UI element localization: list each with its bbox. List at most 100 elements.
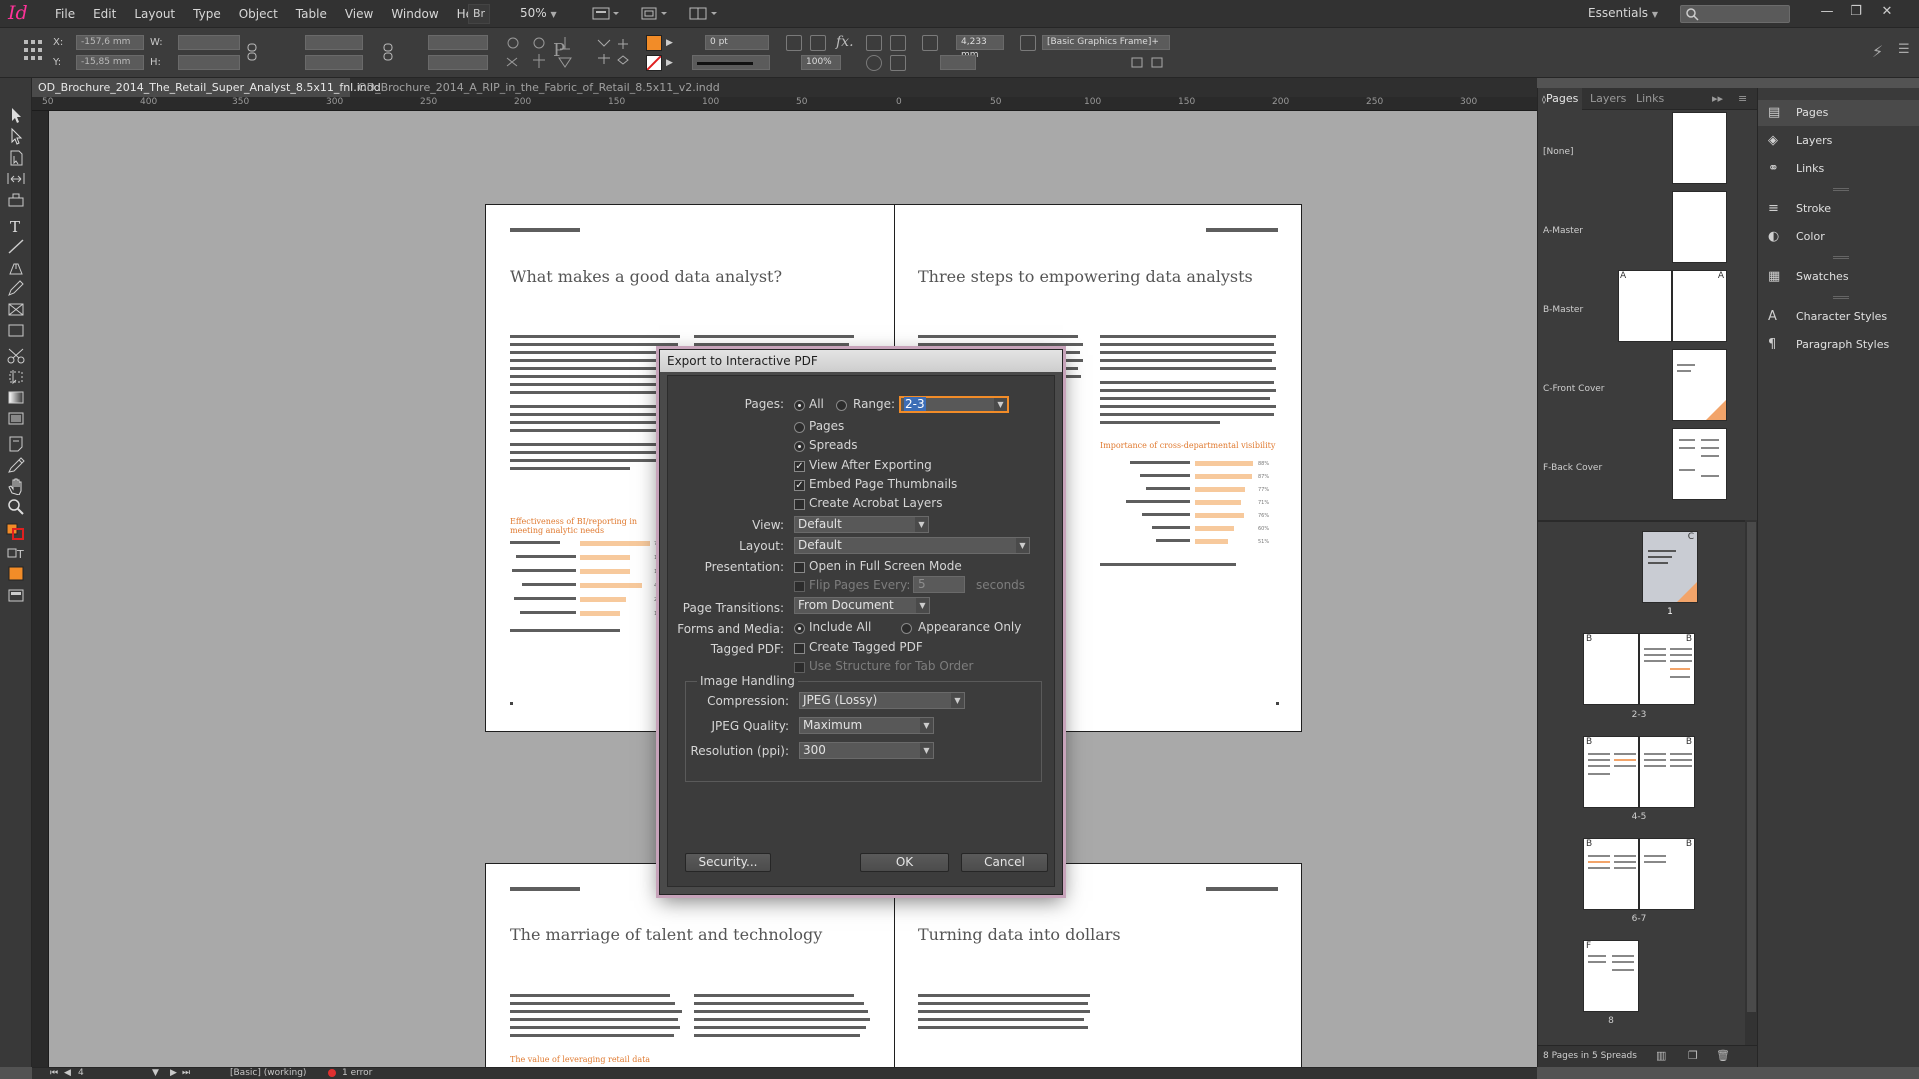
preflight-errors[interactable]: 1 error xyxy=(342,1068,372,1078)
hand-tool-icon[interactable] xyxy=(5,476,27,496)
formatting-affects-icon[interactable]: T xyxy=(5,544,27,563)
direct-selection-tool-icon[interactable] xyxy=(5,127,27,146)
frame-fitting-icon[interactable] xyxy=(890,35,906,51)
stroke-swatch[interactable] xyxy=(646,55,662,71)
constrain-scale-icon[interactable] xyxy=(382,43,394,61)
stroke-weight-field[interactable]: 0 pt xyxy=(705,35,769,50)
first-page-icon[interactable]: ⏮ xyxy=(50,1068,58,1078)
pages-range-input[interactable]: 2-3 ▼ xyxy=(899,396,1009,413)
menu-window[interactable]: Window xyxy=(382,0,447,28)
dock-item-layers[interactable]: ◈ Layers xyxy=(1758,128,1919,154)
view-select[interactable]: Default ▼ xyxy=(794,516,929,533)
page-number-field[interactable]: 4 xyxy=(78,1068,84,1078)
content-collector-icon[interactable] xyxy=(5,190,27,209)
last-page-icon[interactable]: ⏭ xyxy=(182,1068,190,1078)
minimize-icon[interactable]: — xyxy=(1817,2,1837,22)
preflight-profile[interactable]: [Basic] (working) xyxy=(230,1068,306,1078)
pages-4-5-label[interactable]: 4-5 xyxy=(1583,812,1695,822)
dock-item-paragraph-styles[interactable]: ¶ Paragraph Styles xyxy=(1758,332,1919,358)
tab-links[interactable]: Links xyxy=(1636,88,1664,110)
stroke-align-icon[interactable] xyxy=(922,35,938,51)
arrange-documents-button[interactable] xyxy=(688,6,718,22)
page-heading[interactable]: Turning data into dollars xyxy=(918,925,1121,944)
style-actions-icons[interactable] xyxy=(1122,55,1170,70)
menu-edit[interactable]: Edit xyxy=(84,0,125,28)
flip-seconds-input[interactable]: 5 xyxy=(913,576,965,593)
auto-fit-icon[interactable] xyxy=(866,55,882,71)
flash-icon[interactable]: ⚡ xyxy=(1872,42,1883,61)
pages-all-radio[interactable] xyxy=(794,400,805,411)
effects-icon[interactable]: fx. xyxy=(836,34,854,50)
view-options-button[interactable] xyxy=(592,6,620,22)
width-field[interactable] xyxy=(178,35,240,50)
create-tagged-pdf-checkbox[interactable] xyxy=(794,643,805,654)
pencil-tool-icon[interactable] xyxy=(5,279,27,298)
text-wrap-icon[interactable] xyxy=(866,35,882,51)
rectangle-tool-icon[interactable] xyxy=(5,321,27,340)
fill-swatch[interactable] xyxy=(646,35,662,51)
menu-object[interactable]: Object xyxy=(230,0,287,28)
page-1-label[interactable]: 1 xyxy=(1642,607,1698,617)
pages-2-3-label[interactable]: 2-3 xyxy=(1583,710,1695,720)
master-c-thumb[interactable] xyxy=(1672,349,1727,421)
create-acrobat-layers-checkbox[interactable] xyxy=(794,499,805,510)
pen-tool-icon[interactable] xyxy=(5,258,27,277)
fill-menu-arrow[interactable]: ▶ xyxy=(666,38,673,48)
gradient-feather-tool-icon[interactable] xyxy=(5,409,27,428)
page-transitions-select[interactable]: From Document ▼ xyxy=(794,597,930,614)
master-none-label[interactable]: [None] xyxy=(1543,147,1574,157)
dock-item-swatches[interactable]: ▦ Swatches xyxy=(1758,264,1919,290)
selection-tool-icon[interactable] xyxy=(5,106,27,125)
note-tool-icon[interactable] xyxy=(5,434,27,453)
page-8-thumb[interactable]: F xyxy=(1583,940,1639,1012)
scale-y-field[interactable] xyxy=(305,55,363,70)
tab-layers[interactable]: Layers xyxy=(1590,88,1626,110)
dock-item-links[interactable]: ⚭ Links xyxy=(1758,156,1919,182)
page-5-thumb[interactable]: B xyxy=(1639,736,1695,808)
object-style-select[interactable]: [Basic Graphics Frame]+ xyxy=(1042,35,1170,50)
panel-menu-icon[interactable]: ☰ xyxy=(1898,42,1910,57)
chart-title[interactable]: Importance of cross-departmental visibil… xyxy=(1100,441,1280,450)
page-3-thumb[interactable]: B xyxy=(1639,633,1695,705)
page-menu-icon[interactable]: ▼ xyxy=(152,1068,159,1078)
stroke-menu-arrow[interactable]: ▶ xyxy=(666,58,673,68)
panel-menu-icon[interactable]: ≡ xyxy=(1738,88,1747,110)
resolution-select[interactable]: 300 ▼ xyxy=(799,742,934,759)
rectangle-frame-tool-icon[interactable] xyxy=(5,300,27,319)
cancel-button[interactable]: Cancel xyxy=(961,853,1048,872)
master-f-thumb[interactable] xyxy=(1672,428,1727,500)
tab-rip-in-the-fabric[interactable]: OD_Brochure_2014_A_RIP_in_the_Fabric_of_… xyxy=(352,78,720,113)
drop-shadow-icon[interactable] xyxy=(810,35,826,51)
close-icon[interactable]: ✕ xyxy=(1877,2,1897,22)
tab-pages[interactable]: ◊Pages xyxy=(1538,88,1582,110)
master-c-label[interactable]: C-Front Cover xyxy=(1543,384,1605,394)
menu-view[interactable]: View xyxy=(336,0,382,28)
height-field[interactable] xyxy=(178,55,240,70)
use-structure-checkbox[interactable] xyxy=(794,662,805,673)
pages-radio[interactable] xyxy=(794,422,805,433)
spreads-radio[interactable] xyxy=(794,441,805,452)
compression-select[interactable]: JPEG (Lossy) ▼ xyxy=(799,692,965,709)
scrollbar-thumb[interactable] xyxy=(1747,522,1756,1012)
master-none-thumb[interactable] xyxy=(1672,112,1727,184)
stroke-type-select[interactable] xyxy=(692,55,770,70)
shear-angle-field[interactable] xyxy=(428,55,488,70)
jpeg-quality-select[interactable]: Maximum ▼ xyxy=(799,717,934,734)
rotation-angle-field[interactable] xyxy=(428,35,488,50)
dock-separator[interactable] xyxy=(1833,296,1849,299)
layout-select[interactable]: Default ▼ xyxy=(794,537,1030,554)
chevron-down-icon[interactable]: ▼ xyxy=(994,398,1007,411)
pages-range-radio[interactable] xyxy=(836,400,847,411)
corner-options-icon[interactable] xyxy=(786,35,802,51)
dock-separator[interactable] xyxy=(1833,188,1849,191)
flip-pages-checkbox[interactable] xyxy=(794,581,805,592)
panel-divider[interactable] xyxy=(1538,520,1758,522)
content-fit-icon[interactable] xyxy=(890,55,906,71)
dock-item-color[interactable]: ◐ Color xyxy=(1758,224,1919,250)
flip-icons[interactable] xyxy=(594,36,634,72)
line-style-select[interactable] xyxy=(940,55,976,70)
dock-item-pages[interactable]: ▤ Pages xyxy=(1758,100,1919,126)
master-b-thumb-right[interactable]: A xyxy=(1672,270,1727,342)
page-heading[interactable]: What makes a good data analyst? xyxy=(510,267,782,286)
apply-color-icon[interactable] xyxy=(5,564,27,583)
